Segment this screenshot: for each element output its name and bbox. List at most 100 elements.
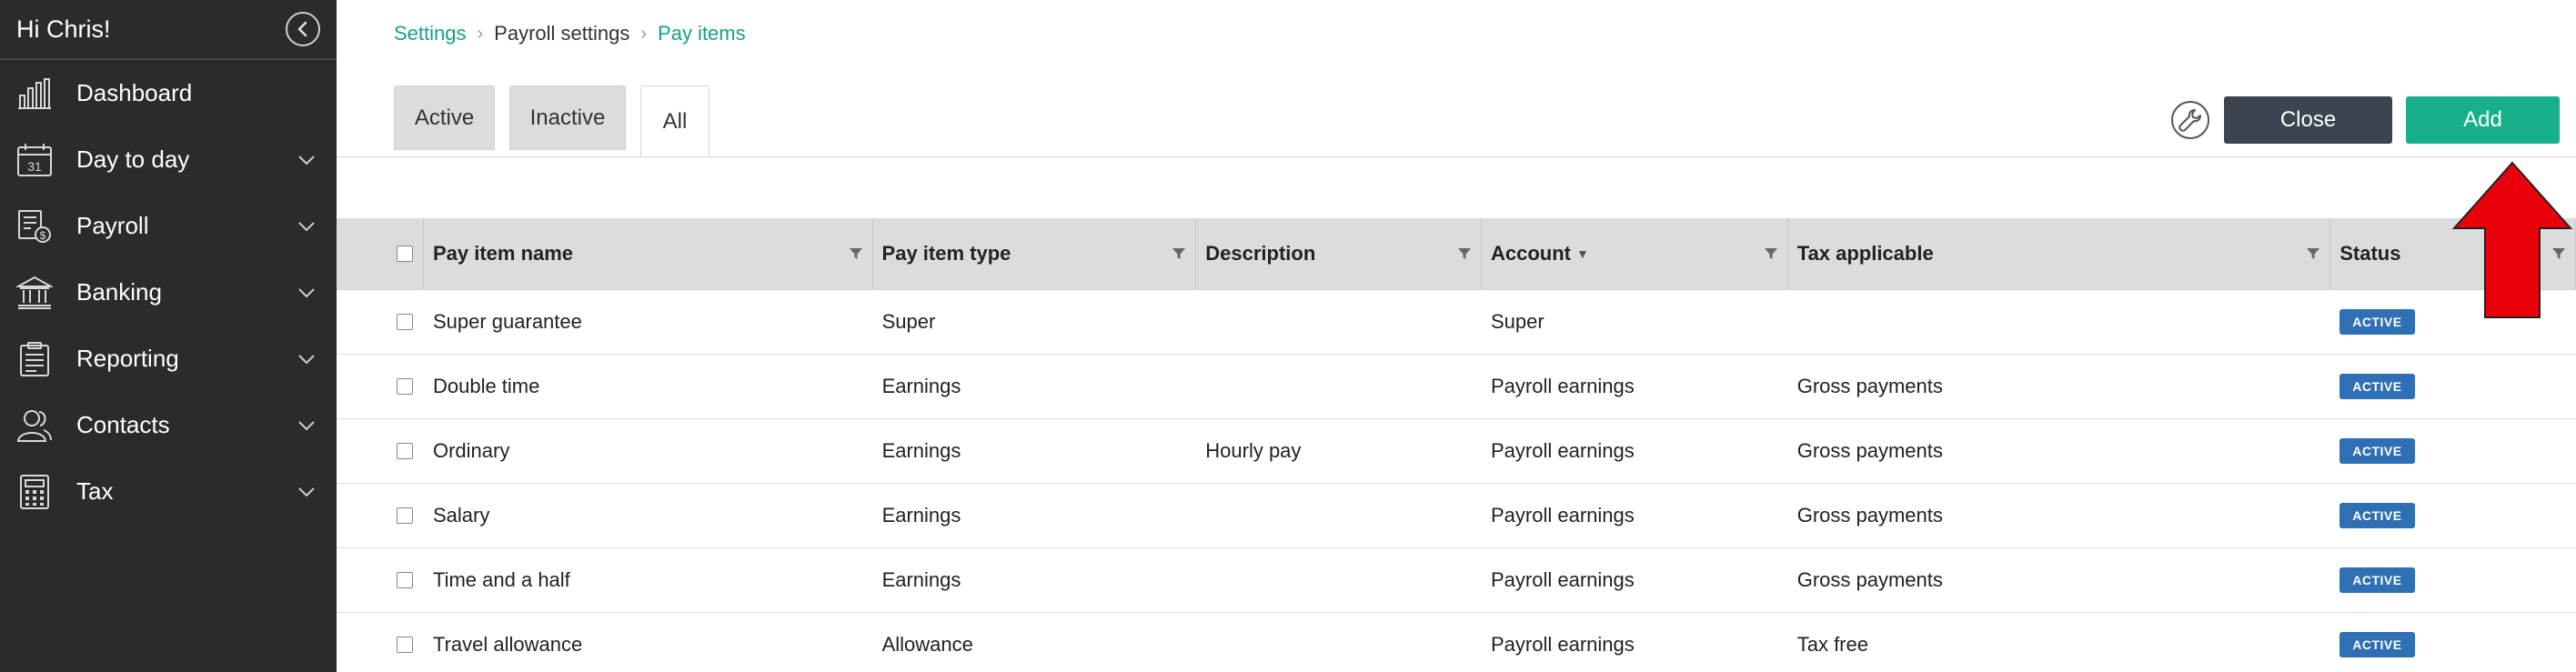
add-button[interactable]: Add: [2406, 96, 2560, 144]
column-header-tax[interactable]: Tax applicable: [1788, 218, 2331, 289]
chevron-down-icon: [295, 480, 318, 504]
sidebar-item-contacts[interactable]: Contacts: [0, 392, 337, 458]
wrench-icon: [2179, 109, 2201, 132]
table-row[interactable]: Travel allowance Allowance Payroll earni…: [337, 613, 2576, 672]
cell-name[interactable]: Super guarantee: [424, 290, 873, 354]
table-row[interactable]: Salary Earnings Payroll earnings Gross p…: [337, 484, 2576, 548]
sidebar-item-day-to-day[interactable]: 31 Day to day: [0, 126, 337, 193]
table-header: Pay item name Pay item type Description …: [337, 218, 2576, 290]
status-badge: ACTIVE: [2340, 503, 2415, 528]
calendar-icon: 31: [16, 142, 58, 178]
row-checkbox[interactable]: [397, 378, 413, 395]
cell-name[interactable]: Double time: [424, 355, 873, 418]
sidebar-item-label: Contacts: [76, 411, 170, 438]
filter-icon[interactable]: [2306, 246, 2320, 261]
close-button[interactable]: Close: [2224, 96, 2392, 144]
status-badge: ACTIVE: [2340, 438, 2415, 464]
cell-description: [1196, 290, 1482, 354]
cell-type: Allowance: [881, 633, 973, 656]
chevron-down-icon: [295, 281, 318, 305]
sidebar-item-banking[interactable]: Banking: [0, 259, 337, 326]
table-row[interactable]: Double time Earnings Payroll earnings Gr…: [337, 355, 2576, 419]
cell-tax: Gross payments: [1796, 439, 1943, 462]
row-checkbox[interactable]: [397, 507, 413, 524]
select-all-checkbox[interactable]: [397, 246, 413, 262]
breadcrumb: Settings › Payroll settings › Pay items: [394, 22, 746, 45]
sidebar-item-label: Dashboard: [76, 79, 193, 106]
filter-icon[interactable]: [1457, 246, 1472, 261]
svg-text:$: $: [40, 229, 46, 242]
cell-name[interactable]: Travel allowance: [424, 613, 873, 672]
pay-items-table: Pay item name Pay item type Description …: [337, 218, 2576, 672]
calculator-icon: [16, 474, 58, 510]
row-checkbox[interactable]: [397, 443, 413, 459]
column-header-account[interactable]: Account ▼: [1482, 218, 1788, 289]
settings-button[interactable]: [2171, 101, 2209, 139]
sidebar-item-dashboard[interactable]: Dashboard: [0, 60, 337, 126]
row-checkbox-cell: [337, 613, 424, 672]
sidebar-item-tax[interactable]: Tax: [0, 458, 337, 525]
row-checkbox-cell: [337, 419, 424, 483]
column-label: Description: [1205, 242, 1316, 265]
cell-status: ACTIVE: [2330, 548, 2576, 612]
column-label: Status: [2340, 242, 2401, 265]
cell-account: Payroll earnings: [1491, 375, 1635, 397]
cell-status: ACTIVE: [2330, 419, 2576, 483]
breadcrumb-payroll-settings: Payroll settings: [494, 22, 630, 45]
breadcrumb-pay-items: Pay items: [658, 22, 746, 45]
column-header-type[interactable]: Pay item type: [873, 218, 1197, 289]
cell-account: Payroll earnings: [1491, 568, 1635, 591]
cell-description: [1196, 548, 1482, 612]
cell-name[interactable]: Salary: [424, 484, 873, 547]
chevron-down-icon: [295, 414, 318, 437]
row-checkbox[interactable]: [397, 314, 413, 330]
filter-icon[interactable]: [1764, 246, 1778, 261]
collapse-sidebar-button[interactable]: [286, 12, 320, 46]
cell-description: [1196, 484, 1482, 547]
status-badge: ACTIVE: [2340, 374, 2415, 399]
cell-description: Hourly pay: [1205, 439, 1302, 462]
cell-status: ACTIVE: [2330, 355, 2576, 418]
sidebar-header: Hi Chris!: [0, 0, 337, 60]
clipboard-icon: [16, 341, 58, 377]
column-header-name[interactable]: Pay item name: [424, 218, 873, 289]
greeting: Hi Chris!: [16, 15, 111, 43]
tab-all[interactable]: All: [640, 85, 709, 157]
cell-name[interactable]: Time and a half: [424, 548, 873, 612]
tab-active[interactable]: Active: [394, 85, 495, 150]
payroll-icon: $: [16, 208, 58, 245]
sidebar-item-label: Tax: [76, 477, 114, 505]
cell-name[interactable]: Ordinary: [424, 419, 873, 483]
table-row[interactable]: Super guarantee Super Super ACTIVE: [337, 290, 2576, 355]
tab-inactive[interactable]: Inactive: [509, 85, 626, 150]
cell-account: Payroll earnings: [1491, 439, 1635, 462]
column-label: Pay item name: [432, 242, 574, 265]
cell-tax: [1788, 290, 2331, 354]
status-badge: ACTIVE: [2340, 632, 2415, 657]
status-badge: ACTIVE: [2340, 309, 2415, 335]
column-label: Tax applicable: [1796, 242, 1934, 265]
tabs-divider: [337, 156, 2576, 157]
chevron-down-icon: [295, 148, 318, 172]
table-row[interactable]: Time and a half Earnings Payroll earning…: [337, 548, 2576, 613]
column-header-description[interactable]: Description: [1196, 218, 1482, 289]
status-badge: ACTIVE: [2340, 567, 2415, 593]
sidebar: Hi Chris! Dashboard 31 Day to day $ Payr…: [0, 0, 337, 672]
main-content: Settings › Payroll settings › Pay items …: [337, 0, 2576, 672]
row-checkbox[interactable]: [397, 637, 413, 653]
chevron-right-icon: ›: [640, 23, 648, 44]
table-row[interactable]: Ordinary Earnings Hourly pay Payroll ear…: [337, 419, 2576, 484]
cell-account: Payroll earnings: [1491, 504, 1635, 527]
annotation-arrow-icon: [2451, 161, 2573, 318]
contacts-icon: [16, 407, 58, 444]
breadcrumb-settings[interactable]: Settings: [394, 22, 467, 45]
cell-tax: Tax free: [1796, 633, 1868, 656]
sidebar-item-reporting[interactable]: Reporting: [0, 326, 337, 392]
header-checkbox-cell: [337, 218, 424, 289]
row-checkbox[interactable]: [397, 572, 413, 588]
cell-account: Super: [1491, 310, 1545, 333]
filter-icon[interactable]: [1172, 246, 1186, 261]
cell-type: Earnings: [881, 568, 961, 591]
filter-icon[interactable]: [849, 246, 863, 261]
sidebar-item-payroll[interactable]: $ Payroll: [0, 193, 337, 259]
